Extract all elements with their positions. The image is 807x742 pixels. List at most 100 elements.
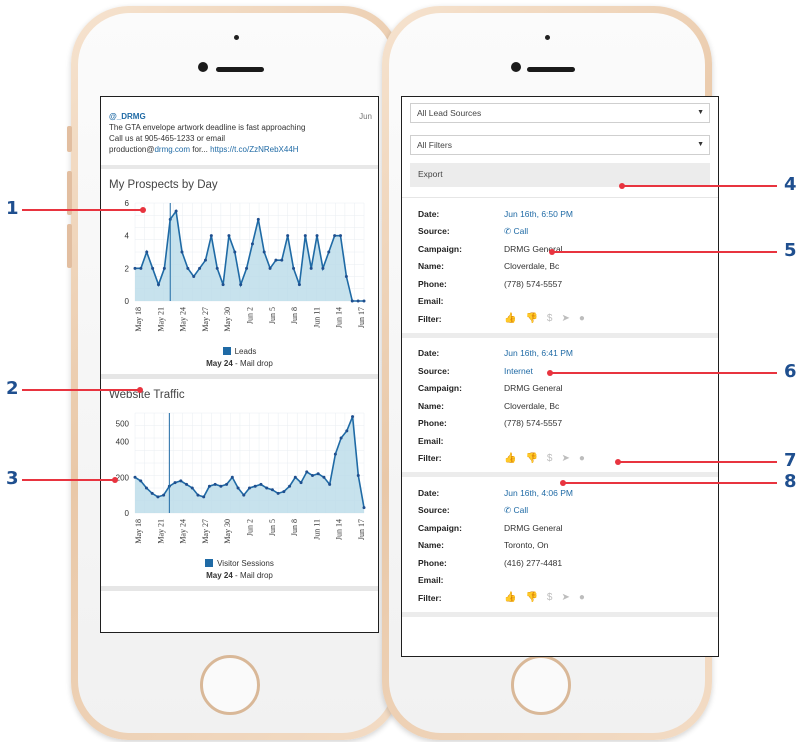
send-icon[interactable]: ➤ bbox=[561, 453, 569, 464]
x-tick-label: May 24 bbox=[179, 307, 188, 332]
tweet-handle[interactable]: @_DRMG bbox=[109, 112, 146, 121]
lead-value-phone[interactable]: (778) 574-5557 bbox=[504, 418, 562, 428]
prospects-chart[interactable]: 0 2 4 6 May 18 May 21 May 24 May 27 May 30 Jun 2 J… bbox=[109, 195, 370, 345]
thumbs-down-icon[interactable]: 👎 bbox=[525, 313, 537, 324]
dollar-icon[interactable]: $ bbox=[547, 453, 553, 464]
traffic-chart[interactable]: 0200400500May 18 May 21 May 24 May 27 May 30… bbox=[109, 405, 370, 557]
lead-label-phone: Phone: bbox=[418, 278, 447, 289]
data-point bbox=[213, 482, 217, 486]
lead-value-date: Jun 16th, 4:06 PM bbox=[504, 488, 573, 498]
lead-row-campaign: Campaign: DRMG General bbox=[418, 380, 710, 398]
tweet-url-link[interactable]: https://t.co/ZzNRebX44H bbox=[210, 145, 298, 154]
x-tick-label: Jun 2 bbox=[246, 519, 255, 536]
data-point bbox=[322, 475, 326, 479]
lead-row-date: Date: Jun 16th, 6:41 PM bbox=[418, 345, 710, 363]
data-point bbox=[180, 250, 184, 254]
callout-number: 5 bbox=[784, 240, 797, 261]
callout-line bbox=[618, 461, 777, 463]
lead-row-campaign: Campaign: DRMG General bbox=[418, 240, 710, 258]
legend-label: Leads bbox=[234, 347, 257, 356]
thumbs-down-icon[interactable]: 👎 bbox=[525, 453, 537, 464]
y-tick-label: 6 bbox=[125, 199, 130, 208]
annotation-text: - Mail drop bbox=[232, 571, 273, 580]
lead-value-text: Internet bbox=[504, 365, 533, 376]
filters-select[interactable]: All Filters ▼ bbox=[410, 135, 710, 155]
lead-value-source[interactable]: Internet bbox=[504, 366, 533, 376]
select-value: All Filters bbox=[417, 140, 452, 150]
leads-screen: All Lead Sources ▼ All Filters ▼ Export Da… bbox=[401, 96, 719, 657]
data-point bbox=[133, 266, 137, 270]
data-point bbox=[344, 275, 348, 278]
dollar-icon[interactable]: $ bbox=[547, 592, 553, 603]
callout-dot bbox=[619, 183, 625, 189]
lead-value-phone[interactable]: (778) 574-5557 bbox=[504, 279, 562, 289]
callout-line bbox=[563, 482, 777, 484]
lead-card: Date: Jun 16th, 6:41 PM Source: Internet Cam… bbox=[402, 338, 718, 477]
lead-label-filter: Filter: bbox=[418, 453, 442, 464]
callout-dot bbox=[140, 207, 146, 213]
lead-row-email: Email: bbox=[418, 572, 710, 590]
data-point bbox=[209, 234, 213, 238]
prospects-legend[interactable]: Leads bbox=[109, 347, 370, 356]
comment-icon[interactable]: ● bbox=[579, 453, 585, 464]
send-icon[interactable]: ➤ bbox=[561, 592, 569, 603]
x-tick-label: May 21 bbox=[156, 519, 165, 544]
lead-value-source[interactable]: ✆ Call bbox=[504, 505, 528, 516]
traffic-legend[interactable]: Visitor Sessions bbox=[109, 559, 370, 568]
data-point bbox=[274, 258, 278, 262]
lead-value-name: Cloverdale, Bc bbox=[504, 401, 559, 411]
thumbs-down-icon[interactable]: 👎 bbox=[525, 592, 537, 603]
export-button[interactable]: Export bbox=[410, 163, 710, 187]
annotation-date: May 24 bbox=[206, 359, 233, 368]
lead-row-date: Date: Jun 16th, 4:06 PM bbox=[418, 484, 710, 502]
lead-row-source: Source: ✆ Call bbox=[418, 223, 710, 241]
lead-value-date: Jun 16th, 6:50 PM bbox=[504, 209, 573, 219]
thumbs-up-icon[interactable]: 👍 bbox=[504, 453, 516, 464]
lead-row-date: Date: Jun 16th, 6:50 PM bbox=[418, 205, 710, 223]
x-tick-label: May 27 bbox=[201, 519, 210, 544]
data-point bbox=[139, 479, 143, 483]
data-point bbox=[309, 266, 313, 270]
y-tick-label: 400 bbox=[116, 438, 130, 447]
lead-row-phone: Phone: (778) 574-5557 bbox=[418, 275, 710, 293]
data-point bbox=[156, 495, 160, 499]
lead-value-phone[interactable]: (416) 277-4481 bbox=[504, 558, 562, 568]
x-tick-label: May 21 bbox=[156, 307, 165, 332]
data-point bbox=[203, 258, 207, 262]
lead-label-email: Email: bbox=[418, 435, 444, 446]
data-point bbox=[293, 475, 297, 479]
send-icon[interactable]: ➤ bbox=[561, 313, 569, 324]
y-tick-label: 4 bbox=[125, 232, 130, 241]
lead-label-source: Source: bbox=[418, 505, 450, 516]
lead-label-email: Email: bbox=[418, 575, 444, 586]
lead-value-text: (778) 574-5557 bbox=[504, 278, 563, 289]
data-point bbox=[144, 486, 148, 490]
comment-icon[interactable]: ● bbox=[579, 313, 585, 324]
x-tick-label: Jun 5 bbox=[268, 307, 277, 324]
data-point bbox=[282, 490, 286, 494]
lead-row-filter: Filter: 👍 👎 $ ➤ ● bbox=[418, 589, 710, 607]
lead-value-text: Jun 16th, 4:06 PM bbox=[504, 487, 573, 498]
comment-icon[interactable]: ● bbox=[579, 592, 585, 603]
data-point bbox=[185, 482, 189, 486]
dollar-icon[interactable]: $ bbox=[547, 313, 553, 324]
lead-sources-select[interactable]: All Lead Sources ▼ bbox=[410, 103, 710, 123]
lead-value-text: Toronto, On bbox=[504, 540, 549, 551]
lead-label-filter: Filter: bbox=[418, 313, 442, 324]
x-tick-label: Jun 2 bbox=[246, 307, 255, 324]
data-point bbox=[333, 452, 337, 456]
lead-row-name: Name: Cloverdale, Bc bbox=[418, 258, 710, 276]
data-point bbox=[202, 495, 206, 499]
thumbs-up-icon[interactable]: 👍 bbox=[504, 592, 516, 603]
lead-value-text: (416) 277-4481 bbox=[504, 557, 563, 568]
callout-dot bbox=[137, 387, 143, 393]
lead-value-source[interactable]: ✆ Call bbox=[504, 226, 528, 237]
caret-down-icon: ▼ bbox=[697, 141, 704, 148]
home-button[interactable] bbox=[511, 655, 571, 715]
tweet-text: production@ bbox=[109, 145, 155, 154]
tweet-email-link[interactable]: drmg.com bbox=[154, 145, 190, 154]
tweet-text-line: Call us at 905-465-1233 or email bbox=[109, 134, 226, 143]
callout-dot bbox=[560, 480, 566, 486]
home-button[interactable] bbox=[200, 655, 260, 715]
thumbs-up-icon[interactable]: 👍 bbox=[504, 313, 516, 324]
